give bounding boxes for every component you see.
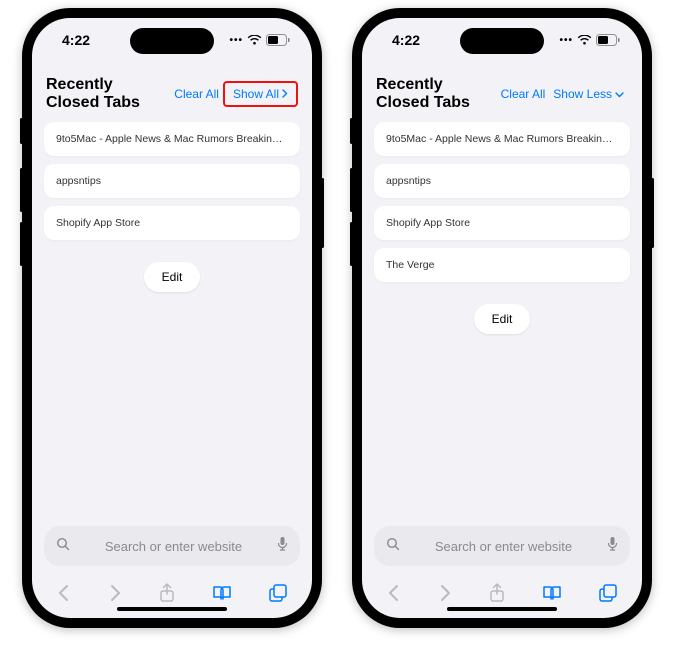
section-header: Recently Closed Tabs Clear All Show Less [362, 62, 642, 122]
list-item[interactable]: 9to5Mac - Apple News & Mac Rumors Breaki… [374, 122, 630, 156]
page-title: Recently Closed Tabs [376, 76, 497, 112]
search-icon [56, 537, 70, 556]
microphone-icon[interactable] [607, 536, 618, 557]
home-indicator[interactable] [117, 607, 227, 611]
edit-button[interactable]: Edit [144, 262, 201, 292]
cellular-icon: ••• [559, 35, 573, 46]
list-item[interactable]: The Verge [374, 248, 630, 282]
search-icon [386, 537, 400, 556]
show-all-button[interactable]: Show All [229, 85, 292, 103]
bookmarks-button[interactable] [206, 579, 238, 610]
cellular-icon: ••• [229, 35, 243, 46]
home-indicator[interactable] [447, 607, 557, 611]
list-item[interactable]: appsntips [44, 164, 300, 198]
tabs-button[interactable] [263, 578, 293, 611]
address-bar[interactable]: Search or enter website [44, 526, 300, 566]
wifi-icon [577, 35, 592, 46]
closed-tabs-list: 9to5Mac - Apple News & Mac Rumors Breaki… [362, 122, 642, 282]
clear-all-button[interactable]: Clear All [497, 85, 550, 103]
battery-icon [266, 34, 290, 46]
search-placeholder: Search or enter website [408, 539, 599, 554]
back-button[interactable] [51, 578, 77, 611]
microphone-icon[interactable] [277, 536, 288, 557]
bottom-toolbar [32, 572, 312, 618]
page-title: Recently Closed Tabs [46, 76, 170, 112]
edit-button[interactable]: Edit [474, 304, 531, 334]
list-item[interactable]: Shopify App Store [44, 206, 300, 240]
annotation-highlight: Show All [223, 81, 298, 107]
wifi-icon [247, 35, 262, 46]
search-placeholder: Search or enter website [78, 539, 269, 554]
list-item[interactable]: Shopify App Store [374, 206, 630, 240]
chevron-right-icon [282, 87, 288, 101]
dynamic-island [460, 28, 544, 54]
forward-button[interactable] [102, 578, 128, 611]
list-item[interactable]: appsntips [374, 164, 630, 198]
closed-tabs-list: 9to5Mac - Apple News & Mac Rumors Breaki… [32, 122, 312, 240]
chevron-down-icon [615, 87, 624, 101]
forward-button[interactable] [432, 578, 458, 611]
list-item[interactable]: 9to5Mac - Apple News & Mac Rumors Breaki… [44, 122, 300, 156]
dynamic-island [130, 28, 214, 54]
bookmarks-button[interactable] [536, 579, 568, 610]
back-button[interactable] [381, 578, 407, 611]
show-less-button[interactable]: Show Less [549, 85, 628, 103]
tabs-button[interactable] [593, 578, 623, 611]
bottom-toolbar [362, 572, 642, 618]
status-time: 4:22 [62, 32, 90, 48]
battery-icon [596, 34, 620, 46]
status-time: 4:22 [392, 32, 420, 48]
iphone-mockup-left: 4:22 ••• Recently Closed Tabs Clear All … [22, 8, 322, 628]
section-header: Recently Closed Tabs Clear All Show All [32, 62, 312, 122]
address-bar[interactable]: Search or enter website [374, 526, 630, 566]
iphone-mockup-right: 4:22 ••• Recently Closed Tabs Clear All … [352, 8, 652, 628]
clear-all-button[interactable]: Clear All [170, 85, 223, 103]
